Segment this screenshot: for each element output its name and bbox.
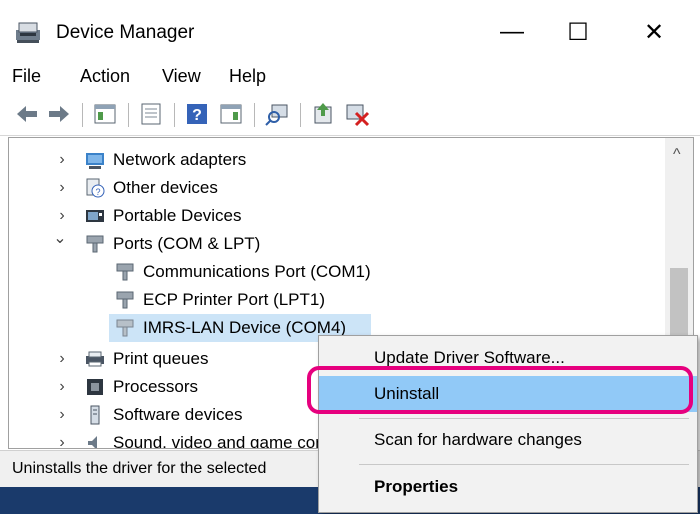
context-item-label: Scan for hardware changes [374,430,582,449]
menu-separator [359,464,689,465]
menu-file[interactable]: File [12,66,41,87]
maximize-icon: ☐ [567,18,589,46]
action-pane-icon[interactable] [218,101,244,127]
tree-item-label: IMRS-LAN Device (COM4) [143,318,347,337]
forward-icon[interactable] [46,101,72,127]
port-icon [116,263,134,281]
tree-item-label: ECP Printer Port (LPT1) [143,290,326,309]
menu-action[interactable]: Action [80,66,130,87]
highlight-ring-annotation [307,366,693,414]
context-item-label: Properties [374,477,459,496]
tree-item-label: Other devices [113,178,218,197]
minimize-icon: — [500,18,524,45]
context-menu: Update Driver Software... Uninstall Scan… [318,335,698,513]
port-icon [116,291,134,309]
scan-hardware-icon[interactable] [264,101,290,127]
toolbar-separator [128,103,129,127]
help-icon[interactable]: ? [184,101,210,127]
menu-bar: File Action View Help [0,58,700,92]
context-item-scan-hardware[interactable]: Scan for hardware changes [319,422,697,458]
chevron-right-icon[interactable]: › [55,152,69,168]
tree-item-label: Software devices [113,405,243,424]
menu-view[interactable]: View [162,66,201,87]
status-text: Uninstalls the driver for the selected [12,460,267,477]
toolbar-separator [254,103,255,127]
chevron-right-icon[interactable]: › [55,180,69,196]
tree-item-label: Network adapters [113,150,247,169]
chevron-down-icon[interactable]: ⌄ [53,231,67,247]
network-adapter-icon [86,153,104,169]
tree-item-label: Ports (COM & LPT) [113,234,261,253]
window-title: Device Manager [56,22,195,43]
processor-icon [87,379,103,395]
chevron-right-icon[interactable]: › [55,351,69,367]
close-icon: ✕ [643,18,665,46]
properties-icon[interactable] [138,101,164,127]
unknown-device-icon: ? [86,178,105,198]
portable-device-icon [86,210,104,222]
scroll-up-icon[interactable]: ^ [673,146,681,164]
maximize-button[interactable]: ☐ [550,12,606,52]
uninstall-device-icon[interactable] [344,101,370,127]
toolbar-separator [82,103,83,127]
tree-item-label: Portable Devices [113,206,242,225]
context-item-label: Update Driver Software... [374,348,565,367]
menu-separator [359,418,689,419]
chevron-right-icon[interactable]: › [55,407,69,423]
update-driver-icon[interactable] [310,101,336,127]
tree-item-label: Communications Port (COM1) [143,262,371,281]
toolbar: ? [0,95,700,136]
chevron-right-icon[interactable]: › [55,208,69,224]
printer-icon [86,351,104,367]
tree-item-label: Processors [113,377,199,396]
title-bar[interactable]: Device Manager — ☐ ✕ [0,0,700,58]
sound-icon [88,436,97,448]
close-button[interactable]: ✕ [626,12,682,52]
port-icon [86,235,104,253]
tree-item-label: Print queues [113,349,209,368]
toolbar-separator [174,103,175,127]
port-icon [116,319,134,337]
back-icon[interactable] [14,101,40,127]
software-device-icon [90,405,100,425]
device-manager-icon [16,22,40,43]
svg-text:?: ? [192,107,202,124]
toolbar-separator [300,103,301,127]
chevron-right-icon[interactable]: › [55,435,69,449]
menu-help[interactable]: Help [229,66,266,87]
svg-text:?: ? [95,187,100,197]
context-item-properties[interactable]: Properties [319,469,697,505]
chevron-right-icon[interactable]: › [55,379,69,395]
show-hide-tree-icon[interactable] [92,101,118,127]
minimize-button[interactable]: — [484,12,540,52]
